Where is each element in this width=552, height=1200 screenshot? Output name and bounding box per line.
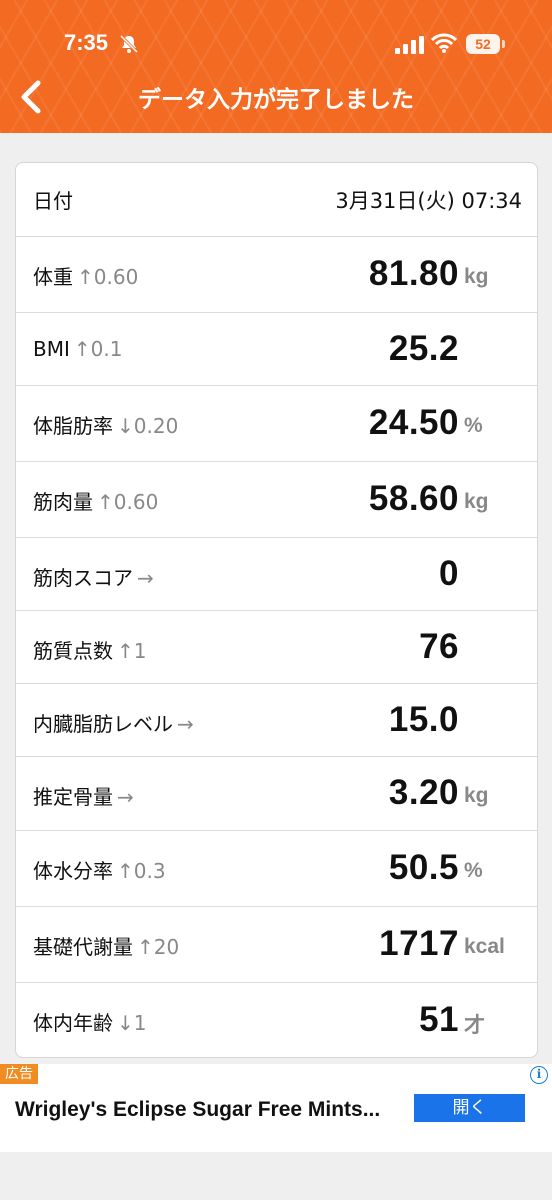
bmi-label: BMI ↑0.1 — [33, 337, 122, 361]
body-fat-label: 体脂肪率 ↓0.20 — [33, 410, 178, 439]
basal-metabolism-unit: kcal — [464, 935, 505, 958]
visceral-fat-label: 内臓脂肪レベル → — [33, 708, 194, 737]
row-muscle-quality: 筋質点数 ↑1 76 — [16, 610, 537, 683]
row-date: 日付 3月31日(火) 07:34 — [16, 163, 537, 236]
body-fat-unit: % — [464, 414, 483, 437]
body-age-value: 51 — [419, 1000, 459, 1039]
status-bar: 7:35 52 — [0, 0, 552, 70]
body-age-delta: ↓1 — [117, 1011, 147, 1035]
page-title: データ入力が完了しました — [138, 87, 414, 113]
weight-delta: ↑0.60 — [77, 265, 139, 289]
ad-text[interactable]: Wrigley's Eclipse Sugar Free Mints... — [15, 1098, 380, 1122]
muscle-quality-value: 76 — [419, 627, 459, 666]
bell-slash-icon — [119, 34, 139, 54]
bmi-value: 25.2 — [388, 329, 459, 368]
cellular-signal-icon — [395, 36, 424, 54]
muscle-quality-name: 筋質点数 — [33, 639, 113, 663]
muscle-score-name: 筋肉スコア — [33, 566, 133, 590]
row-muscle-mass: 筋肉量 ↑0.60 58.60 kg — [16, 461, 537, 537]
body-water-delta: ↑0.3 — [117, 859, 166, 883]
row-body-water: 体水分率 ↑0.3 50.5 % — [16, 830, 537, 906]
weight-unit: kg — [464, 265, 489, 288]
ad-banner[interactable]: 広告 i Wrigley's Eclipse Sugar Free Mints.… — [0, 1064, 552, 1152]
muscle-mass-name: 筋肉量 — [33, 490, 93, 514]
muscle-score-value: 0 — [439, 554, 459, 593]
body-age-label: 体内年齢 ↓1 — [33, 1007, 146, 1036]
bone-mass-unit: kg — [464, 784, 489, 807]
bone-mass-name: 推定骨量 — [33, 785, 113, 809]
ad-badge: 広告 — [0, 1064, 38, 1084]
weight-value: 81.80 — [368, 254, 459, 293]
muscle-mass-label: 筋肉量 ↑0.60 — [33, 486, 158, 515]
body-water-value: 50.5 — [388, 848, 459, 887]
row-bone-mass: 推定骨量 → 3.20 kg — [16, 756, 537, 830]
visceral-fat-value: 15.0 — [388, 700, 459, 739]
row-visceral-fat: 内臓脂肪レベル → 15.0 — [16, 683, 537, 756]
wifi-icon — [431, 33, 457, 53]
muscle-quality-label: 筋質点数 ↑1 — [33, 635, 146, 664]
body-water-name: 体水分率 — [33, 859, 113, 883]
ad-open-button[interactable]: 開く — [414, 1094, 525, 1122]
row-body-age: 体内年齢 ↓1 51 才 — [16, 982, 537, 1057]
app-header: 7:35 52 データ入力が完了しました — [0, 0, 552, 133]
body-fat-name: 体脂肪率 — [33, 414, 113, 438]
measurement-card: 日付 3月31日(火) 07:34 体重 ↑0.60 81.80 kg BMI ↑0… — [15, 162, 538, 1058]
date-label: 日付 — [33, 189, 73, 213]
basal-metabolism-name: 基礎代謝量 — [33, 935, 133, 959]
body-age-name: 体内年齢 — [33, 1011, 113, 1035]
basal-metabolism-delta: ↑20 — [137, 935, 180, 959]
muscle-mass-unit: kg — [464, 490, 489, 513]
row-weight: 体重 ↑0.60 81.80 kg — [16, 236, 537, 312]
visceral-fat-name: 内臓脂肪レベル — [33, 712, 173, 736]
bone-mass-delta: → — [117, 785, 134, 809]
status-time: 7:35 — [64, 30, 109, 55]
row-body-fat: 体脂肪率 ↓0.20 24.50 % — [16, 385, 537, 461]
row-muscle-score: 筋肉スコア → 0 — [16, 537, 537, 610]
bone-mass-value: 3.20 — [388, 773, 459, 812]
muscle-quality-delta: ↑1 — [117, 639, 147, 663]
body-age-unit: 才 — [464, 1014, 485, 1037]
muscle-score-delta: → — [137, 566, 154, 590]
basal-metabolism-value: 1717 — [379, 924, 459, 963]
visceral-fat-delta: → — [177, 712, 194, 736]
body-fat-delta: ↓0.20 — [117, 414, 179, 438]
date-value: 3月31日(火) 07:34 — [335, 189, 522, 213]
bmi-name: BMI — [33, 337, 70, 361]
muscle-mass-delta: ↑0.60 — [97, 490, 159, 514]
row-bmi: BMI ↑0.1 25.2 — [16, 312, 537, 385]
muscle-mass-value: 58.60 — [368, 479, 459, 518]
basal-metabolism-label: 基礎代謝量 ↑20 — [33, 931, 179, 960]
ad-info-icon[interactable]: i — [530, 1066, 548, 1084]
weight-name: 体重 — [33, 265, 73, 289]
battery-level: 52 — [466, 34, 500, 54]
body-water-label: 体水分率 ↑0.3 — [33, 855, 166, 884]
row-basal-metabolism: 基礎代謝量 ↑20 1717 kcal — [16, 906, 537, 982]
battery-tip — [502, 40, 505, 48]
body-water-unit: % — [464, 859, 483, 882]
bone-mass-label: 推定骨量 → — [33, 781, 134, 810]
body-fat-value: 24.50 — [368, 403, 459, 442]
muscle-score-label: 筋肉スコア → — [33, 562, 154, 591]
weight-label: 体重 ↑0.60 — [33, 261, 138, 290]
bmi-delta: ↑0.1 — [73, 337, 123, 361]
